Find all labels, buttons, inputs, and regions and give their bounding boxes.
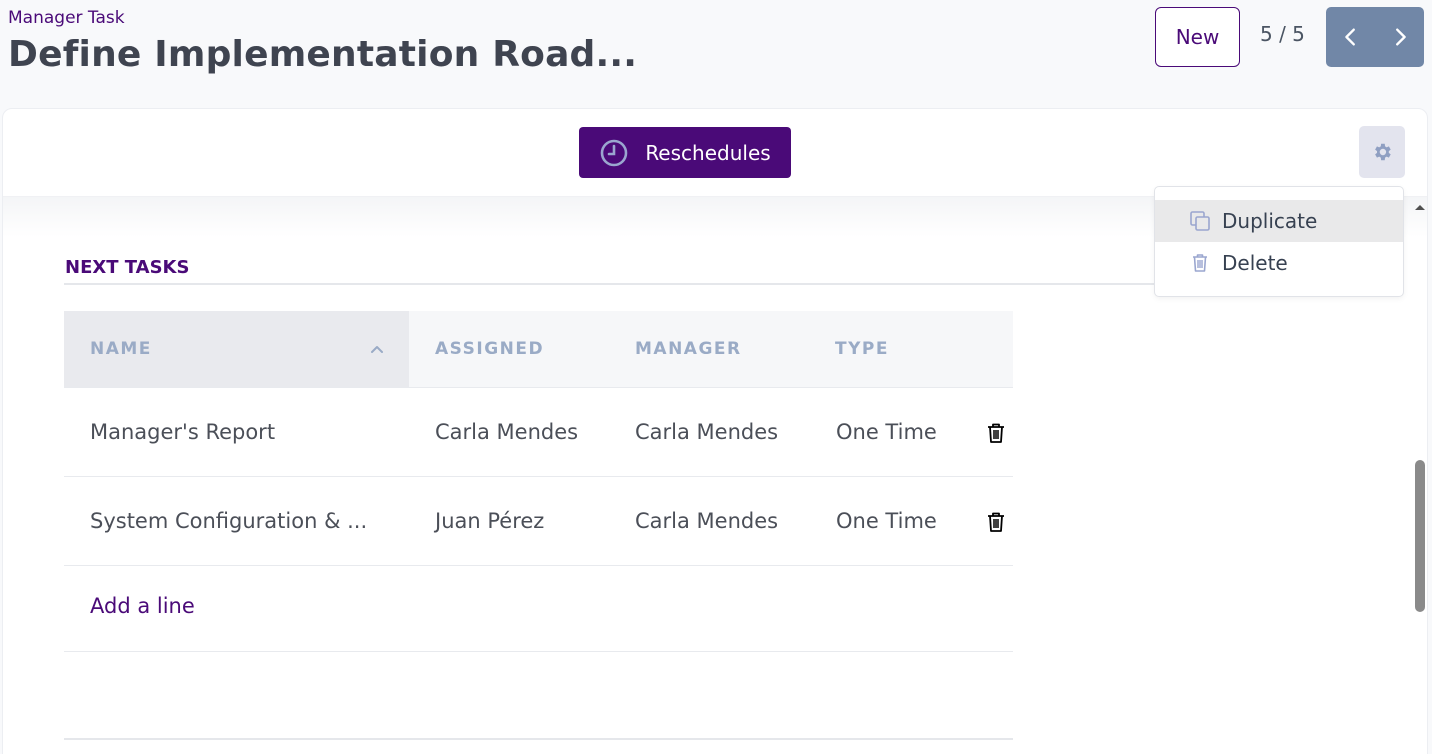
- cell-name: Manager's Report: [90, 420, 276, 444]
- column-header-manager-label: MANAGER: [635, 339, 742, 359]
- clock-icon: [601, 139, 628, 166]
- column-header-assigned[interactable]: ASSIGNED: [409, 311, 609, 387]
- pager-next-button[interactable]: [1375, 7, 1424, 67]
- pager-nav: [1326, 7, 1424, 67]
- pager-value[interactable]: 5 / 5: [1260, 22, 1305, 46]
- cell-type: One Time: [836, 509, 937, 533]
- table-row[interactable]: System Configuration & ... Juan Pérez Ca…: [64, 477, 1013, 566]
- breadcrumb[interactable]: Manager Task: [8, 8, 125, 28]
- reschedules-label: Reschedules: [645, 140, 771, 165]
- copy-icon: [1190, 211, 1210, 231]
- cell-type: One Time: [836, 420, 937, 444]
- actions-gear-button[interactable]: [1359, 126, 1405, 178]
- section-divider: [64, 283, 1184, 285]
- column-header-manager[interactable]: MANAGER: [609, 311, 809, 387]
- pager-previous-button[interactable]: [1326, 7, 1375, 67]
- reschedules-button[interactable]: Reschedules: [579, 127, 791, 178]
- column-header-name-label: NAME: [90, 339, 152, 359]
- delete-row-trash-icon[interactable]: [986, 422, 1006, 444]
- add-line-divider: [64, 651, 1013, 652]
- table-row[interactable]: Manager's Report Carla Mendes Carla Mend…: [64, 388, 1013, 477]
- chevron-right-icon: [1395, 28, 1406, 46]
- cell-assigned: Carla Mendes: [435, 420, 579, 444]
- cell-name: System Configuration & ...: [90, 509, 368, 533]
- sort-ascending-icon: [371, 346, 383, 353]
- new-button[interactable]: New: [1155, 7, 1240, 67]
- cell-manager: Carla Mendes: [635, 509, 779, 533]
- column-header-name[interactable]: NAME: [64, 311, 409, 387]
- add-line-link[interactable]: Add a line: [90, 594, 195, 618]
- cell-manager: Carla Mendes: [635, 420, 779, 444]
- delete-menu-item[interactable]: Delete: [1155, 242, 1403, 284]
- section-title-next-tasks: NEXT TASKS: [65, 257, 190, 278]
- column-header-type[interactable]: TYPE: [809, 311, 949, 387]
- table-header: NAME ASSIGNED MANAGER TYPE: [64, 311, 1013, 388]
- scroll-up-arrow-icon[interactable]: [1413, 202, 1427, 212]
- scrollbar-thumb[interactable]: [1415, 460, 1425, 612]
- delete-label: Delete: [1222, 251, 1288, 275]
- delete-row-trash-icon[interactable]: [986, 511, 1006, 533]
- form-statusbar: Reschedules: [3, 109, 1427, 197]
- trash-icon: [1193, 254, 1207, 272]
- chevron-left-icon: [1344, 28, 1355, 46]
- page-title: Define Implementation Road...: [8, 34, 638, 75]
- duplicate-label: Duplicate: [1222, 209, 1318, 233]
- column-header-assigned-label: ASSIGNED: [435, 339, 545, 359]
- cell-assigned: Juan Pérez: [435, 509, 545, 533]
- actions-dropdown: Duplicate Delete: [1154, 186, 1404, 297]
- duplicate-menu-item[interactable]: Duplicate: [1155, 200, 1403, 242]
- gear-icon: [1375, 143, 1391, 161]
- section-bottom-divider: [64, 738, 1013, 740]
- column-header-type-label: TYPE: [835, 339, 889, 359]
